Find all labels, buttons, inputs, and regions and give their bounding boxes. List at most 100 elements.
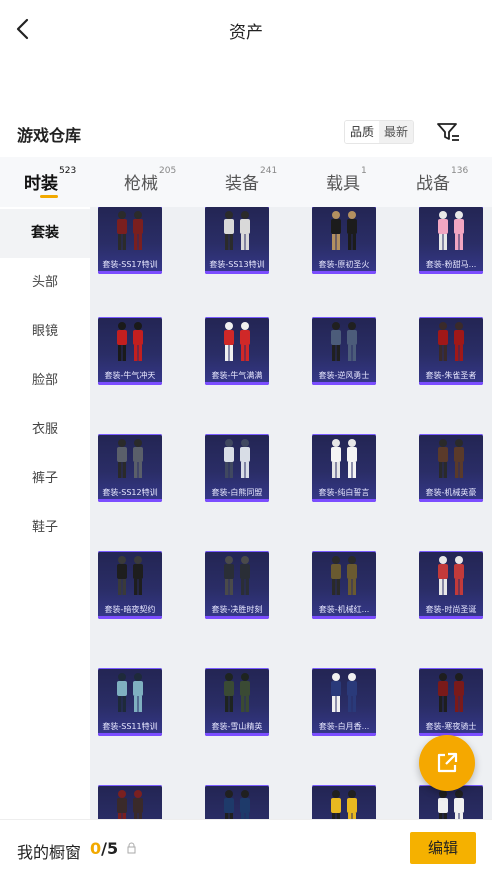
tab-fashion[interactable]: 时装523 bbox=[24, 166, 77, 194]
item-card[interactable] bbox=[98, 785, 162, 819]
sidebar-item-outfit[interactable]: 套装 bbox=[0, 209, 90, 258]
top-bar: 资产 bbox=[0, 0, 492, 58]
tab-label: 枪械 bbox=[124, 174, 158, 194]
item-card[interactable] bbox=[312, 785, 376, 819]
item-name: 套装-牛气冲天 bbox=[104, 371, 156, 380]
item-card[interactable]: 套装-SS11特训 bbox=[98, 668, 162, 736]
tab-label: 载具 bbox=[326, 174, 360, 194]
sort-quality-button[interactable]: 品质 bbox=[345, 121, 380, 143]
tab-count: 241 bbox=[260, 166, 278, 176]
item-name: 套装-机械英豪 bbox=[425, 488, 477, 497]
sidebar-item-face[interactable]: 脸部 bbox=[0, 356, 90, 405]
outfit-figure-icon bbox=[331, 211, 357, 250]
sidebar-item-head[interactable]: 头部 bbox=[0, 258, 90, 307]
outfit-figure-icon bbox=[331, 556, 357, 595]
item-card[interactable]: 套装-纯白誓言 bbox=[312, 434, 376, 502]
outfit-figure-icon bbox=[331, 790, 357, 819]
outfit-figure-icon bbox=[117, 673, 143, 712]
item-name: 套装-逆风勇士 bbox=[318, 371, 370, 380]
item-card[interactable]: 套装-白熊同盟 bbox=[205, 434, 269, 502]
category-tabs: 时装523 枪械205 装备241 载具1 战备136 bbox=[0, 157, 492, 207]
lock-icon bbox=[127, 842, 136, 854]
item-card[interactable]: 套装-SS17特训 bbox=[98, 207, 162, 274]
filter-icon[interactable] bbox=[436, 121, 460, 143]
share-fab[interactable] bbox=[419, 735, 475, 791]
warehouse-header: 游戏仓库 品质 最新 bbox=[0, 112, 492, 152]
outfit-figure-icon bbox=[224, 439, 250, 478]
item-name: 套装-决胜时刻 bbox=[211, 605, 263, 614]
tab-count: 1 bbox=[361, 166, 367, 176]
item-name: 套装-白熊同盟 bbox=[211, 488, 263, 497]
outfit-figure-icon bbox=[438, 439, 464, 478]
item-card[interactable]: 套装-暗夜契约 bbox=[98, 551, 162, 619]
item-card[interactable]: 套装-原初圣火 bbox=[312, 207, 376, 274]
sidebar-item-glasses[interactable]: 眼镜 bbox=[0, 307, 90, 356]
item-card[interactable]: 套装-雪山精英 bbox=[205, 668, 269, 736]
item-card[interactable]: 套装-SS13特训 bbox=[205, 207, 269, 274]
item-name: 套装-SS13特训 bbox=[209, 260, 265, 269]
tab-supplies[interactable]: 战备136 bbox=[416, 166, 469, 194]
item-card[interactable]: 套装-机械英豪 bbox=[419, 434, 483, 502]
tab-count: 205 bbox=[159, 166, 177, 176]
item-card[interactable]: 套装-牛气满满 bbox=[205, 317, 269, 385]
sidebar-item-pants[interactable]: 裤子 bbox=[0, 454, 90, 503]
tab-vehicles[interactable]: 载具1 bbox=[326, 166, 367, 194]
outfit-figure-icon bbox=[117, 439, 143, 478]
outfit-figure-icon bbox=[224, 322, 250, 361]
bottom-bar: 我的橱窗 0/5 编辑 bbox=[0, 819, 492, 876]
tab-equipment[interactable]: 装备241 bbox=[225, 166, 278, 194]
item-name: 套装-时尚圣诞 bbox=[425, 605, 477, 614]
item-card[interactable]: 套装-寒夜骑士 bbox=[419, 668, 483, 736]
item-name: 套装-朱雀圣者 bbox=[425, 371, 477, 380]
active-tab-indicator bbox=[40, 195, 58, 198]
item-card[interactable]: 套装-决胜时刻 bbox=[205, 551, 269, 619]
sort-toggle: 品质 最新 bbox=[344, 120, 415, 144]
outfit-figure-icon bbox=[117, 211, 143, 250]
showcase-current: 0 bbox=[90, 839, 102, 858]
outfit-figure-icon bbox=[331, 439, 357, 478]
tab-guns[interactable]: 枪械205 bbox=[124, 166, 177, 194]
item-grid: 套装-SS17特训 套装-SS13特训 套装-原初圣火 套装-粉甜马... 套装-牛气冲… bbox=[90, 207, 492, 819]
showcase-total: 5 bbox=[106, 839, 119, 858]
outfit-figure-icon bbox=[224, 673, 250, 712]
item-name: 套装-SS11特训 bbox=[102, 722, 158, 731]
item-name: 套装-白月香... bbox=[318, 722, 370, 731]
outfit-figure-icon bbox=[117, 322, 143, 361]
item-name: 套装-机械红... bbox=[318, 605, 370, 614]
item-card[interactable]: 套装-SS12特训 bbox=[98, 434, 162, 502]
item-card[interactable]: 套装-牛气冲天 bbox=[98, 317, 162, 385]
outfit-figure-icon bbox=[224, 556, 250, 595]
page-title: 资产 bbox=[229, 23, 263, 43]
outfit-figure-icon bbox=[438, 211, 464, 250]
item-card[interactable]: 套装-逆风勇士 bbox=[312, 317, 376, 385]
showcase-count: 0/5 bbox=[90, 839, 118, 858]
sidebar-item-clothes[interactable]: 衣服 bbox=[0, 405, 90, 454]
tab-label: 时装 bbox=[24, 174, 58, 194]
showcase-label: 我的橱窗 bbox=[17, 843, 82, 862]
item-card[interactable]: 套装-朱雀圣者 bbox=[419, 317, 483, 385]
outfit-figure-icon bbox=[331, 322, 357, 361]
item-card[interactable] bbox=[205, 785, 269, 819]
item-card[interactable]: 套装-机械红... bbox=[312, 551, 376, 619]
outfit-figure-icon bbox=[438, 556, 464, 595]
item-name: 套装-SS17特训 bbox=[102, 260, 158, 269]
tab-count: 136 bbox=[451, 166, 469, 176]
outfit-figure-icon bbox=[224, 211, 250, 250]
warehouse-title: 游戏仓库 bbox=[17, 126, 82, 145]
outfit-figure-icon bbox=[117, 556, 143, 595]
item-name: 套装-寒夜骑士 bbox=[425, 722, 477, 731]
edit-button[interactable]: 编辑 bbox=[410, 832, 476, 864]
item-card[interactable]: 套装-时尚圣诞 bbox=[419, 551, 483, 619]
sidebar-item-shoes[interactable]: 鞋子 bbox=[0, 503, 90, 552]
item-card[interactable]: 套装-白月香... bbox=[312, 668, 376, 736]
tab-label: 装备 bbox=[225, 174, 259, 194]
item-card[interactable]: 套装-粉甜马... bbox=[419, 207, 483, 274]
outfit-figure-icon bbox=[224, 790, 250, 819]
outfit-figure-icon bbox=[331, 673, 357, 712]
item-name: 套装-纯白誓言 bbox=[318, 488, 370, 497]
item-name: 套装-牛气满满 bbox=[211, 371, 263, 380]
outfit-figure-icon bbox=[117, 790, 143, 819]
tab-count: 523 bbox=[59, 166, 77, 176]
item-name: 套装-雪山精英 bbox=[211, 722, 263, 731]
sort-latest-button[interactable]: 最新 bbox=[379, 121, 414, 143]
